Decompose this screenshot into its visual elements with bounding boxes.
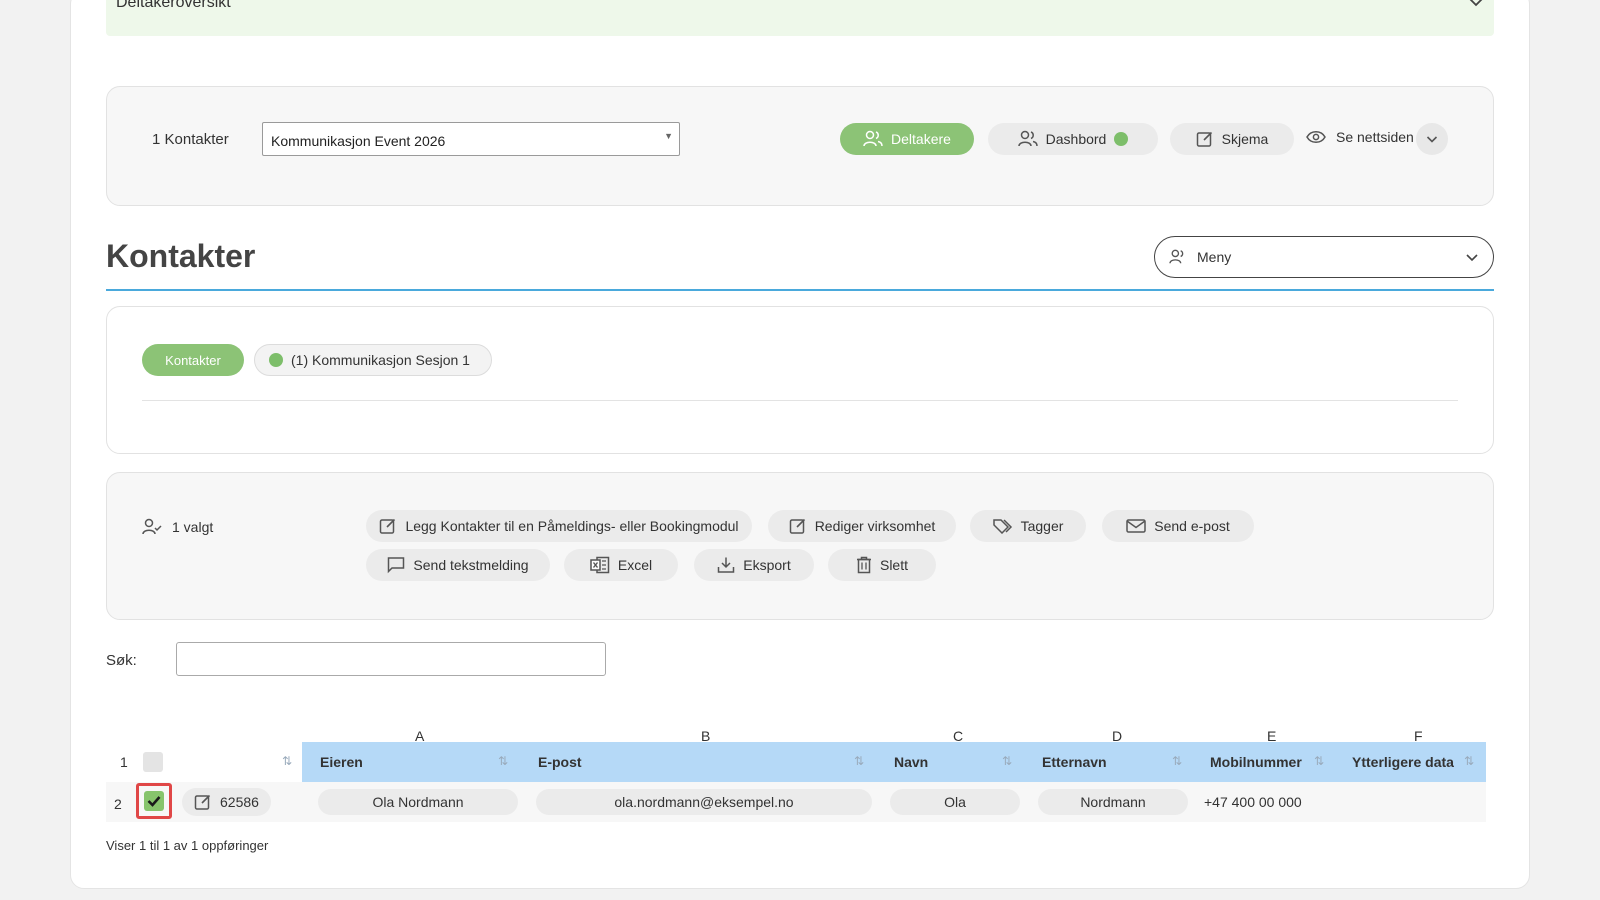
participant-overview-accordion[interactable]: Deltakeroversikt xyxy=(106,0,1494,36)
nav-deltakere-button[interactable]: Deltakere xyxy=(840,123,974,155)
edit-company-button[interactable]: Rediger virksomhet xyxy=(768,510,956,542)
column-header-email[interactable]: E-post xyxy=(538,742,582,782)
menu-label: Meny xyxy=(1197,249,1232,265)
excel-button[interactable]: Excel xyxy=(564,549,678,581)
tag-icon xyxy=(992,519,1012,534)
users-icon xyxy=(1017,130,1038,147)
sort-icon[interactable]: ⇅ xyxy=(282,754,292,768)
menu-dropdown[interactable]: Meny xyxy=(1154,236,1494,278)
row-number: 2 xyxy=(114,796,122,812)
contact-id: 62586 xyxy=(220,794,259,810)
send-sms-label: Send tekstmelding xyxy=(413,557,529,573)
cell-owner[interactable]: Ola Nordmann xyxy=(318,789,518,815)
page-title: Kontakter xyxy=(106,238,256,274)
event-select-value: Kommunikasjon Event 2026 xyxy=(271,133,446,149)
tabs-panel xyxy=(106,306,1494,454)
select-all-checkbox[interactable] xyxy=(143,752,163,772)
delete-label: Slett xyxy=(879,557,908,573)
sort-icon[interactable]: ⇅ xyxy=(1172,754,1182,768)
row-checkbox-highlight[interactable] xyxy=(136,783,172,819)
users-icon xyxy=(1169,249,1184,264)
sort-icon[interactable]: ⇅ xyxy=(1314,754,1324,768)
column-header-owner[interactable]: Eieren xyxy=(320,742,363,782)
column-header-mobile[interactable]: Mobilnummer xyxy=(1210,742,1302,782)
nav-skjema-button[interactable]: Skjema xyxy=(1170,123,1294,155)
edit-icon xyxy=(1196,131,1212,147)
delete-button[interactable]: Slett xyxy=(828,549,936,581)
heading-divider xyxy=(106,289,1494,291)
status-dot xyxy=(269,353,283,367)
row-checkbox[interactable] xyxy=(144,791,164,811)
tab-session[interactable]: (1) Kommunikasjon Sesjon 1 xyxy=(254,344,492,376)
tab-kontakter[interactable]: Kontakter xyxy=(142,344,244,376)
edit-contact-button[interactable]: 62586 xyxy=(182,788,271,816)
sort-icon[interactable]: ⇅ xyxy=(1002,754,1012,768)
send-email-label: Send e-post xyxy=(1154,518,1230,534)
actions-panel xyxy=(106,472,1494,620)
dropdown-caret-icon: ▼ xyxy=(664,131,673,141)
header-row-number: 1 xyxy=(120,754,128,770)
tab-session-label: (1) Kommunikasjon Sesjon 1 xyxy=(291,352,470,368)
export-button[interactable]: Eksport xyxy=(694,549,814,581)
contacts-count: 1 Kontakter xyxy=(152,131,229,148)
edit-company-label: Rediger virksomhet xyxy=(814,518,936,534)
download-icon xyxy=(718,557,735,573)
excel-icon xyxy=(590,556,610,574)
selected-count: 1 valgt xyxy=(142,518,213,536)
send-email-button[interactable]: Send e-post xyxy=(1102,510,1254,542)
tab-kontakter-label: Kontakter xyxy=(165,352,221,368)
nav-skjema-label: Skjema xyxy=(1221,131,1269,147)
table-info: Viser 1 til 1 av 1 oppføringer xyxy=(106,838,269,853)
nav-se-nettsiden-label: Se nettsiden xyxy=(1336,129,1414,145)
cell-first-name[interactable]: Ola xyxy=(890,789,1020,815)
search-input[interactable] xyxy=(176,642,606,676)
add-to-module-button[interactable]: Legg Kontakter til en Påmeldings- eller … xyxy=(366,510,752,542)
export-label: Eksport xyxy=(743,557,791,573)
cell-last-name[interactable]: Nordmann xyxy=(1038,789,1188,815)
chevron-down-icon xyxy=(1466,254,1478,262)
cell-email[interactable]: ola.nordmann@eksempel.no xyxy=(536,789,872,815)
nav-dashbord-label: Dashbord xyxy=(1045,131,1107,147)
column-header-last-name[interactable]: Etternavn xyxy=(1042,742,1107,782)
user-check-icon xyxy=(142,518,162,535)
message-icon xyxy=(388,557,405,574)
edit-icon xyxy=(194,794,211,810)
nav-se-nettsiden-link[interactable]: Se nettsiden xyxy=(1306,129,1414,145)
tabs-divider xyxy=(142,400,1458,401)
excel-label: Excel xyxy=(617,557,653,573)
column-header-first-name[interactable]: Navn xyxy=(894,742,928,782)
status-dot xyxy=(1114,132,1129,146)
selected-count-label: 1 valgt xyxy=(172,519,214,535)
checkmark-icon xyxy=(147,796,161,807)
column-header-extra[interactable]: Ytterligere data xyxy=(1352,742,1454,782)
send-sms-button[interactable]: Send tekstmelding xyxy=(366,549,550,581)
sort-icon[interactable]: ⇅ xyxy=(854,754,864,768)
sort-icon[interactable]: ⇅ xyxy=(498,754,508,768)
trash-icon xyxy=(856,556,871,574)
users-icon xyxy=(863,130,883,147)
edit-icon xyxy=(380,518,396,534)
chevron-down-icon[interactable] xyxy=(1468,0,1484,13)
mail-icon xyxy=(1126,519,1146,533)
sort-icon[interactable]: ⇅ xyxy=(1464,754,1474,768)
cell-mobile: +47 400 00 000 xyxy=(1204,794,1302,810)
edit-icon xyxy=(789,518,805,534)
nav-dashbord-button[interactable]: Dashbord xyxy=(988,123,1158,155)
event-select[interactable]: Kommunikasjon Event 2026 ▼ xyxy=(262,122,680,156)
add-to-module-label: Legg Kontakter til en Påmeldings- eller … xyxy=(405,518,739,534)
tags-label: Tagger xyxy=(1020,518,1064,534)
search-label: Søk: xyxy=(106,652,137,669)
accordion-title: Deltakeroversikt xyxy=(116,0,231,11)
tags-button[interactable]: Tagger xyxy=(970,510,1086,542)
nav-deltakere-label: Deltakere xyxy=(891,131,951,147)
chevron-down-icon xyxy=(1426,136,1438,143)
eye-icon xyxy=(1306,131,1326,143)
more-options-button[interactable] xyxy=(1416,123,1448,155)
